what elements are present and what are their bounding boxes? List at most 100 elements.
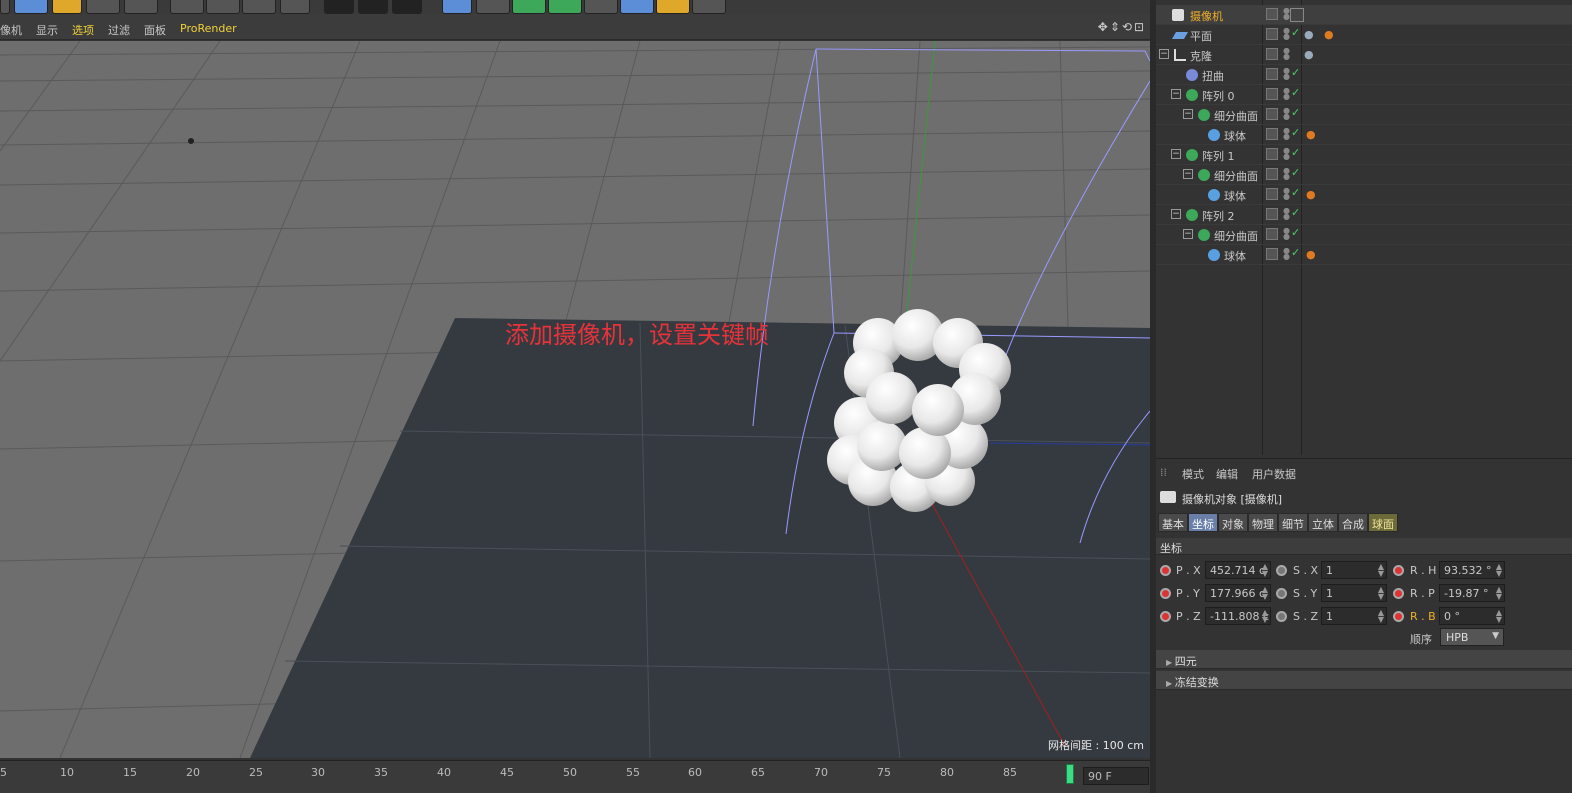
- px-field[interactable]: 452.714 c ▲ ▼: [1205, 561, 1271, 579]
- menu-filter[interactable]: 过滤: [108, 22, 130, 38]
- spline-button[interactable]: [476, 0, 510, 14]
- camera-button[interactable]: [656, 0, 690, 14]
- visibility-toggle[interactable]: [1266, 88, 1278, 100]
- visibility-toggle[interactable]: [1266, 188, 1278, 200]
- timeline[interactable]: 5 10 15 20 25 30 35 40 45 50 55 60 65 70…: [0, 760, 1150, 793]
- collapse-icon[interactable]: −: [1183, 109, 1193, 119]
- enabled-check-icon[interactable]: ✓: [1291, 206, 1300, 219]
- visibility-toggle[interactable]: [1266, 28, 1278, 40]
- menu-panel[interactable]: 面板: [144, 22, 166, 38]
- editor-render-dots[interactable]: ● ●: [1283, 7, 1290, 21]
- object-row-subdivision[interactable]: − 细分曲面 ● ● ✓: [1156, 165, 1572, 185]
- editor-render-dots[interactable]: ● ●: [1283, 67, 1290, 81]
- editor-render-dots[interactable]: ● ●: [1283, 207, 1290, 221]
- 3d-viewport[interactable]: 添加摄像机，设置关键帧 网格间距 : 100 cm: [0, 41, 1150, 758]
- menu-edit[interactable]: 编辑: [1216, 466, 1238, 482]
- object-row-twist[interactable]: 扭曲 ● ● ✓: [1156, 65, 1572, 85]
- visibility-toggle[interactable]: [1266, 128, 1278, 140]
- rotate-tool-button[interactable]: [86, 0, 120, 14]
- keyframe-icon[interactable]: [1393, 588, 1404, 599]
- visibility-toggle[interactable]: [1266, 208, 1278, 220]
- playhead-marker[interactable]: [1066, 764, 1074, 784]
- mograph-button[interactable]: [548, 0, 582, 14]
- enabled-check-icon[interactable]: ✓: [1291, 86, 1300, 99]
- fold-freeze-transform[interactable]: ▶ 冻结变换: [1156, 671, 1572, 690]
- material-tag-icon[interactable]: ●: [1304, 28, 1318, 42]
- keyframe-icon[interactable]: [1276, 611, 1287, 622]
- enabled-check-icon[interactable]: ✓: [1291, 166, 1300, 179]
- move-tool-button[interactable]: [14, 0, 48, 14]
- keyframe-icon[interactable]: [1393, 565, 1404, 576]
- cube-button[interactable]: [442, 0, 472, 14]
- tab-basic[interactable]: 基本: [1158, 513, 1188, 532]
- enabled-check-icon[interactable]: ✓: [1291, 106, 1300, 119]
- visibility-toggle[interactable]: [1266, 168, 1278, 180]
- collapse-icon[interactable]: −: [1183, 229, 1193, 239]
- editor-render-dots[interactable]: ● ●: [1283, 147, 1290, 161]
- object-row-sphere[interactable]: 球体 ● ● ✓ ●: [1156, 185, 1572, 205]
- editor-render-dots[interactable]: ● ●: [1283, 27, 1290, 41]
- object-row-array[interactable]: − 阵列 2 ● ● ✓: [1156, 205, 1572, 225]
- enabled-check-icon[interactable]: ✓: [1291, 226, 1300, 239]
- menu-camera[interactable]: 像机: [0, 22, 22, 38]
- editor-render-dots[interactable]: ● ●: [1283, 47, 1290, 61]
- object-row-sphere[interactable]: 球体 ● ● ✓ ●: [1156, 245, 1572, 265]
- menu-options[interactable]: 选项: [72, 22, 94, 38]
- object-row-subdivision[interactable]: − 细分曲面 ● ● ✓: [1156, 105, 1572, 125]
- keyframe-icon[interactable]: [1393, 611, 1404, 622]
- collapse-icon[interactable]: −: [1159, 49, 1169, 59]
- editor-render-dots[interactable]: ● ●: [1283, 107, 1290, 121]
- object-row-plane[interactable]: 平面 ● ● ✓ ● ●: [1156, 25, 1572, 45]
- rh-field[interactable]: 93.532 ° ▲ ▼: [1439, 561, 1505, 579]
- collapse-icon[interactable]: −: [1171, 209, 1181, 219]
- toolbar-button[interactable]: [0, 0, 10, 14]
- visibility-toggle[interactable]: [1266, 8, 1278, 20]
- object-row-array[interactable]: − 阵列 0 ● ● ✓: [1156, 85, 1572, 105]
- collapse-icon[interactable]: −: [1171, 89, 1181, 99]
- editor-render-dots[interactable]: ● ●: [1283, 187, 1290, 201]
- nurbs-button[interactable]: [512, 0, 546, 14]
- visibility-toggle[interactable]: [1266, 108, 1278, 120]
- enabled-check-icon[interactable]: ✓: [1291, 146, 1300, 159]
- select-tool-button[interactable]: [124, 0, 158, 14]
- material-tag-icon[interactable]: ●: [1306, 128, 1320, 142]
- fold-quaternion[interactable]: ▶ 四元: [1156, 650, 1572, 669]
- keyframe-icon[interactable]: [1160, 588, 1171, 599]
- render-picture-button[interactable]: [358, 0, 388, 14]
- enabled-check-icon[interactable]: ✓: [1291, 186, 1300, 199]
- rb-field[interactable]: 0 ° ▲ ▼: [1439, 607, 1505, 625]
- rp-field[interactable]: -19.87 ° ▲ ▼: [1439, 584, 1505, 602]
- tab-object[interactable]: 对象: [1218, 513, 1248, 532]
- editor-render-dots[interactable]: ● ●: [1283, 247, 1290, 261]
- visibility-toggle[interactable]: [1266, 228, 1278, 240]
- sx-field[interactable]: 1 ▲ ▼: [1321, 561, 1387, 579]
- menu-prorender[interactable]: ProRender: [180, 22, 237, 35]
- editor-render-dots[interactable]: ● ●: [1283, 167, 1290, 181]
- target-tag-icon[interactable]: [1290, 8, 1304, 22]
- floor-button[interactable]: [620, 0, 654, 14]
- render-view-button[interactable]: [324, 0, 354, 14]
- enabled-check-icon[interactable]: ✓: [1291, 246, 1300, 259]
- object-row-array[interactable]: − 阵列 1 ● ● ✓: [1156, 145, 1572, 165]
- keyframe-icon[interactable]: [1276, 565, 1287, 576]
- keyframe-icon[interactable]: [1276, 588, 1287, 599]
- object-row-camera[interactable]: 摄像机 ● ●: [1156, 5, 1572, 25]
- editor-render-dots[interactable]: ● ●: [1283, 87, 1290, 101]
- collapse-icon[interactable]: −: [1171, 149, 1181, 159]
- object-row-sphere[interactable]: 球体 ● ● ✓ ●: [1156, 125, 1572, 145]
- mograph-tag-icon[interactable]: ●: [1304, 48, 1318, 62]
- tab-composition[interactable]: 合成: [1338, 513, 1368, 532]
- pz-field[interactable]: -111.808 c ▲ ▼: [1205, 607, 1271, 625]
- tab-spherical[interactable]: 球面: [1368, 513, 1398, 532]
- viewport-nav-icons[interactable]: ✥⇕⟲⊡: [1098, 20, 1146, 34]
- editor-render-dots[interactable]: ● ●: [1283, 227, 1290, 241]
- visibility-toggle[interactable]: [1266, 48, 1278, 60]
- scale-tool-button[interactable]: [52, 0, 82, 14]
- object-row-subdivision[interactable]: − 细分曲面 ● ● ✓: [1156, 225, 1572, 245]
- material-tag-icon[interactable]: ●: [1306, 248, 1320, 262]
- coord-system-button[interactable]: [280, 0, 310, 14]
- object-row-cloner[interactable]: − 克隆 ● ● ●: [1156, 45, 1572, 65]
- menu-mode[interactable]: 模式: [1182, 466, 1204, 482]
- rotation-order-select[interactable]: HPB ▼: [1440, 628, 1504, 646]
- light-button[interactable]: [692, 0, 726, 14]
